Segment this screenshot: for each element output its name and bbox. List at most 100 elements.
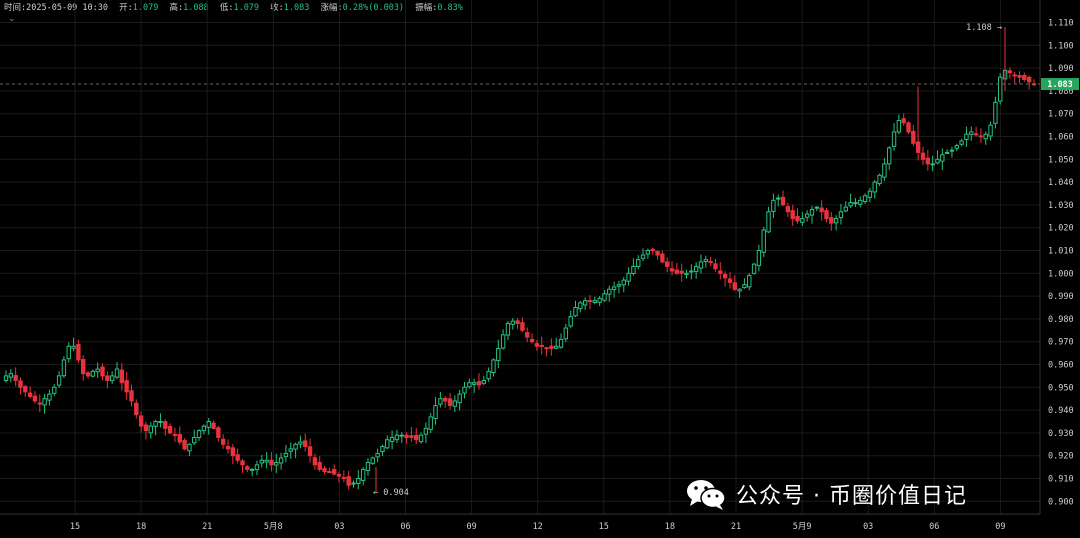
candle-body <box>858 199 863 205</box>
y-tick-label: 1.050 <box>1048 155 1074 165</box>
candle-body <box>626 272 631 282</box>
candle-body <box>100 366 105 377</box>
candle-body <box>13 375 18 381</box>
x-tick-label: 21 <box>202 522 212 532</box>
candle-body <box>56 375 62 386</box>
candle-body <box>317 462 322 470</box>
candle-body <box>911 130 916 144</box>
candle-body <box>331 469 337 475</box>
candle-body <box>751 263 757 274</box>
candle-body <box>71 345 76 349</box>
y-tick-label: 1.110 <box>1048 19 1074 29</box>
candle-body <box>37 402 42 405</box>
candle-body <box>394 434 400 441</box>
candle-body <box>298 441 303 445</box>
candle-body <box>833 218 839 224</box>
candle-body <box>423 427 429 435</box>
candle-body <box>944 151 950 154</box>
candle-body <box>42 398 47 406</box>
candle-body <box>930 163 935 166</box>
candle-body <box>708 260 713 263</box>
candle-body <box>684 272 689 276</box>
candle-body <box>336 473 342 477</box>
candle-body <box>592 300 597 304</box>
candle-body <box>660 253 665 263</box>
y-tick-label: 0.970 <box>1048 338 1074 348</box>
candle-body <box>52 386 57 394</box>
candle-body <box>385 439 390 449</box>
candle-body <box>167 426 173 434</box>
candle-body <box>153 421 158 427</box>
candle-body <box>288 448 293 452</box>
candle-body <box>587 300 593 303</box>
candle-body <box>129 390 134 402</box>
candle-body <box>747 275 752 288</box>
candle-body <box>322 468 327 473</box>
candle-body <box>370 457 375 464</box>
candle-body <box>988 124 993 137</box>
candle-body <box>496 348 501 362</box>
candle-body <box>534 343 540 347</box>
candle-body <box>399 434 404 437</box>
x-tick-label: 06 <box>929 522 939 532</box>
candle-body <box>804 213 810 218</box>
y-tick-label: 0.980 <box>1048 315 1074 325</box>
candle-body <box>259 459 264 464</box>
candle-body <box>109 375 115 382</box>
candle-body <box>192 436 197 444</box>
candle-body <box>983 133 988 140</box>
candle-body <box>206 421 211 428</box>
candle-body <box>1007 70 1013 74</box>
candle-body <box>940 154 945 162</box>
candle-body <box>766 211 771 233</box>
y-tick-label: 1.070 <box>1048 110 1074 120</box>
candle-body <box>360 468 366 481</box>
candle-body <box>177 433 182 443</box>
candle-body <box>525 332 530 338</box>
candle-body <box>119 369 125 384</box>
candle-body <box>409 435 414 438</box>
candle-body <box>27 392 33 397</box>
candlestick-chart[interactable]: 0.900 0.910 0.920 0.930 0.940 0.950 0.960 0.970… <box>0 0 1080 538</box>
candle-body <box>143 424 149 432</box>
candle-body <box>481 379 486 384</box>
x-tick-label: 15 <box>599 522 609 532</box>
candle-body <box>163 421 168 429</box>
candle-body <box>365 462 371 472</box>
candle-body <box>346 476 351 486</box>
candle-body <box>486 370 491 380</box>
candle-body <box>182 440 187 450</box>
candle-body <box>278 457 284 464</box>
candle-body <box>722 273 728 279</box>
candle-body <box>959 140 964 145</box>
candle-body <box>283 452 289 458</box>
candle-body <box>303 440 308 448</box>
current-price-label: 1.083 <box>1047 80 1073 90</box>
candle-body <box>264 459 269 463</box>
candle-body <box>693 265 699 272</box>
candle-body <box>95 368 100 373</box>
candle-body <box>582 300 588 306</box>
candle-body <box>785 206 791 213</box>
candle-body <box>471 382 477 385</box>
candle-body <box>375 452 380 458</box>
candle-body <box>1017 75 1022 78</box>
candle-body <box>969 131 974 135</box>
candle-body <box>505 322 511 336</box>
candle-body <box>447 398 453 407</box>
candle-body <box>703 259 709 262</box>
x-tick-label: 15 <box>70 522 80 532</box>
candle-body <box>47 393 52 401</box>
candle-body <box>698 261 704 269</box>
candle-body <box>920 152 926 160</box>
candle-body <box>800 218 805 223</box>
candle-body <box>90 370 96 377</box>
candle-body <box>727 278 733 283</box>
candle-body <box>896 120 902 133</box>
candle-body <box>201 425 207 432</box>
y-tick-label: 0.910 <box>1048 475 1074 485</box>
candle-body <box>539 344 544 347</box>
candle-body <box>515 320 520 324</box>
candle-body <box>611 286 617 290</box>
candle-body <box>732 282 737 290</box>
